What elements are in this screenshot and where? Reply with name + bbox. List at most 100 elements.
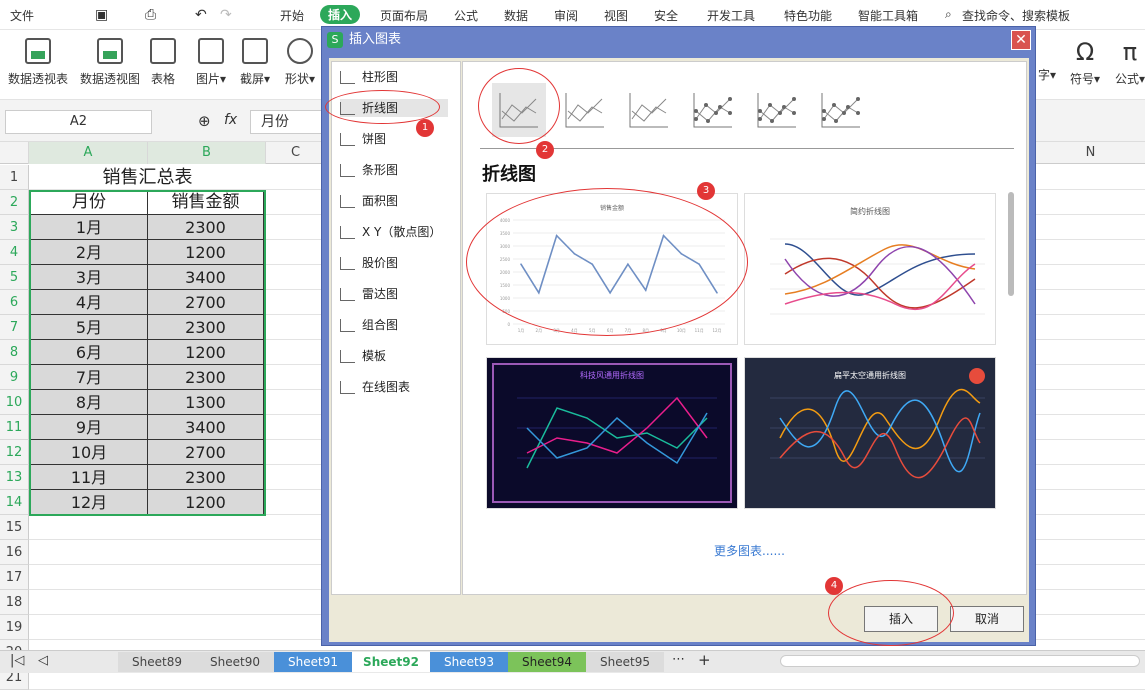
annotation-circle-4	[828, 580, 954, 646]
row-header[interactable]: 7	[0, 315, 29, 340]
menu-features[interactable]: 特色功能	[784, 7, 832, 24]
line-subtype-2[interactable]	[558, 83, 612, 137]
sheet-tab-91[interactable]: Sheet91	[274, 652, 352, 672]
sheet-tab-90[interactable]: Sheet90	[196, 652, 274, 672]
more-sheets-icon[interactable]: ⋯	[672, 652, 685, 667]
table-button[interactable]: 表格	[150, 38, 176, 87]
horizontal-scrollbar[interactable]	[780, 655, 1140, 667]
menu-start[interactable]: 开始	[280, 7, 304, 24]
chart-category-item[interactable]: 条形图	[340, 161, 398, 179]
row-header[interactable]: 19	[0, 615, 29, 640]
row-header[interactable]: 11	[0, 415, 29, 440]
chart-category-item[interactable]: 面积图	[340, 192, 398, 210]
row-header[interactable]: 3	[0, 215, 29, 240]
menu-formula[interactable]: 公式	[454, 7, 478, 24]
column-header-n[interactable]: N	[1036, 142, 1145, 164]
menu-search[interactable]: 查找命令、搜索模板	[962, 7, 1070, 24]
pivot-table-button[interactable]: 数据透视表	[8, 38, 68, 87]
picture-button[interactable]: 图片▾	[196, 38, 226, 87]
screenshot-button[interactable]: 截屏▾	[240, 38, 270, 87]
row-header[interactable]: 8	[0, 340, 29, 365]
row-header[interactable]: 14	[0, 490, 29, 515]
chart-category-item[interactable]: 在线图表	[340, 378, 410, 396]
sheet-tab-94[interactable]: Sheet94	[508, 652, 586, 672]
pi-icon: π	[1122, 38, 1138, 66]
sheet-tab-89[interactable]: Sheet89	[118, 652, 196, 672]
section-divider	[480, 148, 1014, 149]
template-card-simple[interactable]: 简约折线图	[744, 193, 996, 345]
redo-icon[interactable]: ↷	[220, 7, 232, 23]
row-header[interactable]: 12	[0, 440, 29, 465]
template-card-tech[interactable]: 科技风通用折线图	[486, 357, 738, 509]
row-header[interactable]: 15	[0, 515, 29, 540]
menu-data[interactable]: 数据	[504, 7, 528, 24]
chart-category-item[interactable]: 股价图	[340, 254, 398, 272]
zoom-icon[interactable]: ⊕	[198, 112, 211, 130]
cancel-button[interactable]: 取消	[950, 606, 1024, 632]
sheet-title-cell[interactable]: 销售汇总表	[29, 165, 266, 190]
row-header[interactable]: 17	[0, 565, 29, 590]
search-icon[interactable]: ⌕	[945, 7, 952, 22]
row-header[interactable]: 13	[0, 465, 29, 490]
y-tick-label: 0	[507, 322, 510, 327]
formula-input[interactable]: 月份	[250, 110, 330, 134]
equation-button[interactable]: π 公式▾	[1115, 38, 1145, 87]
row-header[interactable]: 18	[0, 590, 29, 615]
row-header[interactable]: 6	[0, 290, 29, 315]
row-header[interactable]: 2	[0, 190, 29, 215]
menu-review[interactable]: 审阅	[554, 7, 578, 24]
line-subtype-4[interactable]	[686, 83, 740, 137]
pivot-chart-icon	[97, 38, 123, 64]
column-header-b[interactable]: B	[148, 142, 266, 164]
row-header[interactable]: 9	[0, 365, 29, 390]
row-header[interactable]: 10	[0, 390, 29, 415]
sheet-tab-93[interactable]: Sheet93	[430, 652, 508, 672]
shape-button[interactable]: 形状▾	[285, 38, 315, 87]
row-header[interactable]: 16	[0, 540, 29, 565]
line-subtype-5[interactable]	[750, 83, 804, 137]
row-header[interactable]: 1	[0, 165, 29, 190]
sheet-tab-95[interactable]: Sheet95	[586, 652, 664, 672]
pivot-chart-button[interactable]: 数据透视图	[80, 38, 140, 87]
sheet-tab-92[interactable]: Sheet92	[352, 652, 430, 672]
save-icon[interactable]: ▣	[95, 7, 108, 23]
name-box[interactable]: A2	[5, 110, 152, 134]
select-all-corner[interactable]	[0, 142, 29, 164]
menu-view[interactable]: 视图	[604, 7, 628, 24]
symbol-button[interactable]: Ω 符号▾	[1070, 38, 1100, 87]
x-tick-label: 2月	[536, 328, 543, 333]
column-header-a[interactable]: A	[29, 142, 148, 164]
gallery-scrollbar[interactable]	[1008, 192, 1014, 296]
chart-category-item[interactable]: X Y（散点图）	[340, 223, 441, 241]
print-icon[interactable]: ⎙	[145, 7, 156, 23]
chart-category-item[interactable]: 组合图	[340, 316, 398, 334]
line-subtype-6[interactable]	[814, 83, 868, 137]
close-icon[interactable]: ✕	[1011, 30, 1031, 50]
dialog-title-bar: S 插入图表 ✕	[327, 30, 1032, 50]
chart-category-item[interactable]: 柱形图	[340, 68, 398, 86]
menu-layout[interactable]: 页面布局	[380, 7, 428, 24]
menu-file[interactable]: 文件	[10, 7, 34, 24]
template-card-space[interactable]: 扁平太空通用折线图	[744, 357, 996, 509]
chart-category-item[interactable]: 饼图	[340, 130, 386, 148]
undo-icon[interactable]: ↶	[195, 7, 207, 23]
line-subtype-3[interactable]	[622, 83, 676, 137]
menu-developer[interactable]: 开发工具	[707, 7, 755, 24]
column-header-c[interactable]: C	[266, 142, 326, 164]
text-button[interactable]: 字▾	[1038, 66, 1056, 83]
add-sheet-icon[interactable]: +	[698, 651, 711, 669]
chart-category-item[interactable]: 模板	[340, 347, 386, 365]
more-charts-link[interactable]: 更多图表......	[714, 542, 785, 559]
row-header[interactable]: 4	[0, 240, 29, 265]
omega-icon: Ω	[1075, 38, 1095, 66]
menu-insert[interactable]: 插入	[320, 5, 361, 24]
row-header[interactable]: 5	[0, 265, 29, 290]
selection-border	[29, 190, 266, 516]
prev-sheet-icon[interactable]: ◁	[38, 653, 48, 668]
menu-toolbox[interactable]: 智能工具箱	[858, 7, 918, 24]
chart-category-item[interactable]: 雷达图	[340, 285, 398, 303]
fx-label[interactable]: fx	[224, 112, 237, 128]
line-subtype-icon	[629, 93, 668, 128]
first-sheet-icon[interactable]: |◁	[10, 653, 24, 668]
menu-security[interactable]: 安全	[654, 7, 678, 24]
